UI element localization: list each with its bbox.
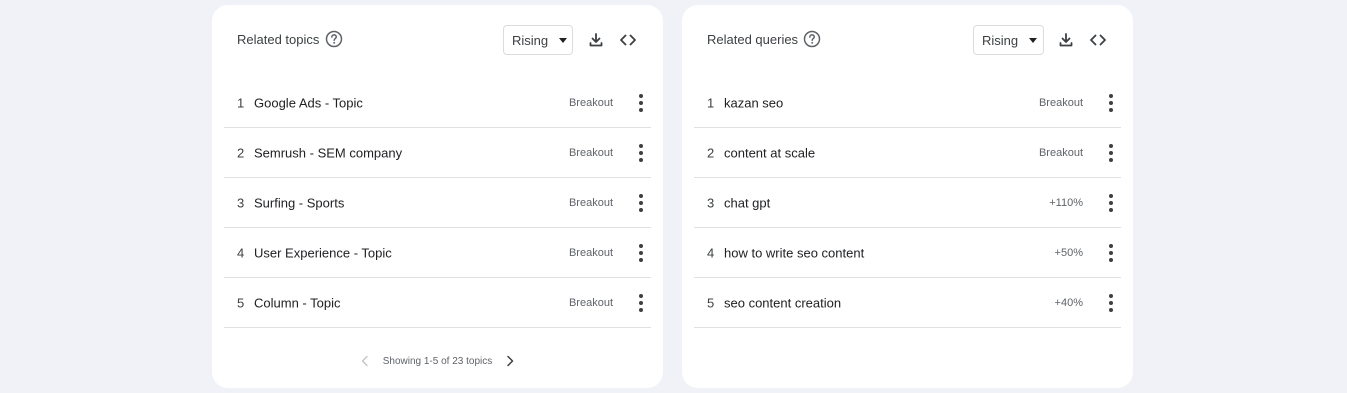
row-value: Breakout bbox=[1038, 146, 1083, 159]
query-row[interactable]: 1 kazan seo Breakout bbox=[694, 78, 1121, 128]
topic-row[interactable]: 4 User Experience - Topic Breakout bbox=[224, 228, 651, 278]
rising-select[interactable]: Rising bbox=[503, 25, 573, 55]
card-title: Related topics bbox=[237, 32, 320, 47]
row-value: Breakout bbox=[568, 196, 613, 209]
help-icon[interactable] bbox=[325, 30, 343, 48]
pagination-text: Showing 1-5 of 23 topics bbox=[382, 355, 493, 367]
card-header: Related topics Rising bbox=[212, 25, 663, 55]
chevron-right-icon[interactable] bbox=[502, 353, 518, 369]
more-vert-icon[interactable] bbox=[1105, 293, 1117, 313]
row-label[interactable]: Google Ads - Topic bbox=[254, 95, 363, 110]
row-rank: 1 bbox=[237, 95, 245, 110]
query-row[interactable]: 3 chat gpt +110% bbox=[694, 178, 1121, 228]
row-rank: 4 bbox=[707, 245, 715, 260]
related-queries-card: Related queries Rising 1 kazan seo Break… bbox=[682, 5, 1133, 388]
card-header: Related queries Rising bbox=[682, 25, 1133, 55]
topic-row[interactable]: 1 Google Ads - Topic Breakout bbox=[224, 78, 651, 128]
row-rank: 3 bbox=[237, 195, 245, 210]
row-rank: 4 bbox=[237, 245, 245, 260]
queries-list: 1 kazan seo Breakout 2 content at scale … bbox=[694, 78, 1121, 328]
row-value: +50% bbox=[1054, 246, 1083, 259]
embed-code-icon[interactable] bbox=[1086, 28, 1110, 52]
row-value: +110% bbox=[1049, 196, 1083, 209]
query-row[interactable]: 2 content at scale Breakout bbox=[694, 128, 1121, 178]
download-icon[interactable] bbox=[584, 28, 608, 52]
rising-select[interactable]: Rising bbox=[973, 25, 1044, 55]
row-label[interactable]: seo content creation bbox=[724, 295, 841, 310]
more-vert-icon[interactable] bbox=[1105, 143, 1117, 163]
card-title: Related queries bbox=[707, 32, 799, 47]
download-icon[interactable] bbox=[1054, 28, 1078, 52]
more-vert-icon[interactable] bbox=[635, 193, 647, 213]
row-label[interactable]: how to write seo content bbox=[724, 245, 864, 260]
row-value: Breakout bbox=[568, 96, 613, 109]
select-value: Rising bbox=[512, 32, 549, 48]
pagination: Showing 1-5 of 23 topics bbox=[212, 353, 663, 369]
row-label[interactable]: chat gpt bbox=[724, 195, 770, 210]
row-value: Breakout bbox=[568, 146, 613, 159]
more-vert-icon[interactable] bbox=[635, 293, 647, 313]
related-topics-card: Related topics Rising 1 Google Ads - Top… bbox=[212, 5, 663, 388]
row-rank: 5 bbox=[707, 295, 715, 310]
caret-down-icon bbox=[559, 37, 568, 43]
more-vert-icon[interactable] bbox=[1105, 243, 1117, 263]
row-rank: 2 bbox=[707, 145, 715, 160]
more-vert-icon[interactable] bbox=[1105, 93, 1117, 113]
row-rank: 3 bbox=[707, 195, 715, 210]
row-value: Breakout bbox=[568, 296, 613, 309]
topic-row[interactable]: 5 Column - Topic Breakout bbox=[224, 278, 651, 328]
row-label[interactable]: Semrush - SEM company bbox=[254, 145, 402, 160]
row-rank: 2 bbox=[237, 145, 245, 160]
row-label[interactable]: kazan seo bbox=[724, 95, 783, 110]
row-value: +40% bbox=[1054, 296, 1083, 309]
query-row[interactable]: 4 how to write seo content +50% bbox=[694, 228, 1121, 278]
row-rank: 5 bbox=[237, 295, 245, 310]
row-label[interactable]: content at scale bbox=[724, 145, 815, 160]
topic-row[interactable]: 2 Semrush - SEM company Breakout bbox=[224, 128, 651, 178]
topics-list: 1 Google Ads - Topic Breakout 2 Semrush … bbox=[224, 78, 651, 328]
row-label[interactable]: User Experience - Topic bbox=[254, 245, 392, 260]
embed-code-icon[interactable] bbox=[616, 28, 640, 52]
row-label[interactable]: Surfing - Sports bbox=[254, 195, 344, 210]
help-icon[interactable] bbox=[803, 30, 821, 48]
row-rank: 1 bbox=[707, 95, 715, 110]
caret-down-icon bbox=[1029, 37, 1038, 43]
row-value: Breakout bbox=[1038, 96, 1083, 109]
query-row[interactable]: 5 seo content creation +40% bbox=[694, 278, 1121, 328]
topic-row[interactable]: 3 Surfing - Sports Breakout bbox=[224, 178, 651, 228]
chevron-left-icon[interactable] bbox=[357, 353, 373, 369]
row-value: Breakout bbox=[568, 246, 613, 259]
more-vert-icon[interactable] bbox=[635, 243, 647, 263]
select-value: Rising bbox=[982, 32, 1019, 48]
more-vert-icon[interactable] bbox=[635, 93, 647, 113]
more-vert-icon[interactable] bbox=[635, 143, 647, 163]
row-label[interactable]: Column - Topic bbox=[254, 295, 340, 310]
more-vert-icon[interactable] bbox=[1105, 193, 1117, 213]
